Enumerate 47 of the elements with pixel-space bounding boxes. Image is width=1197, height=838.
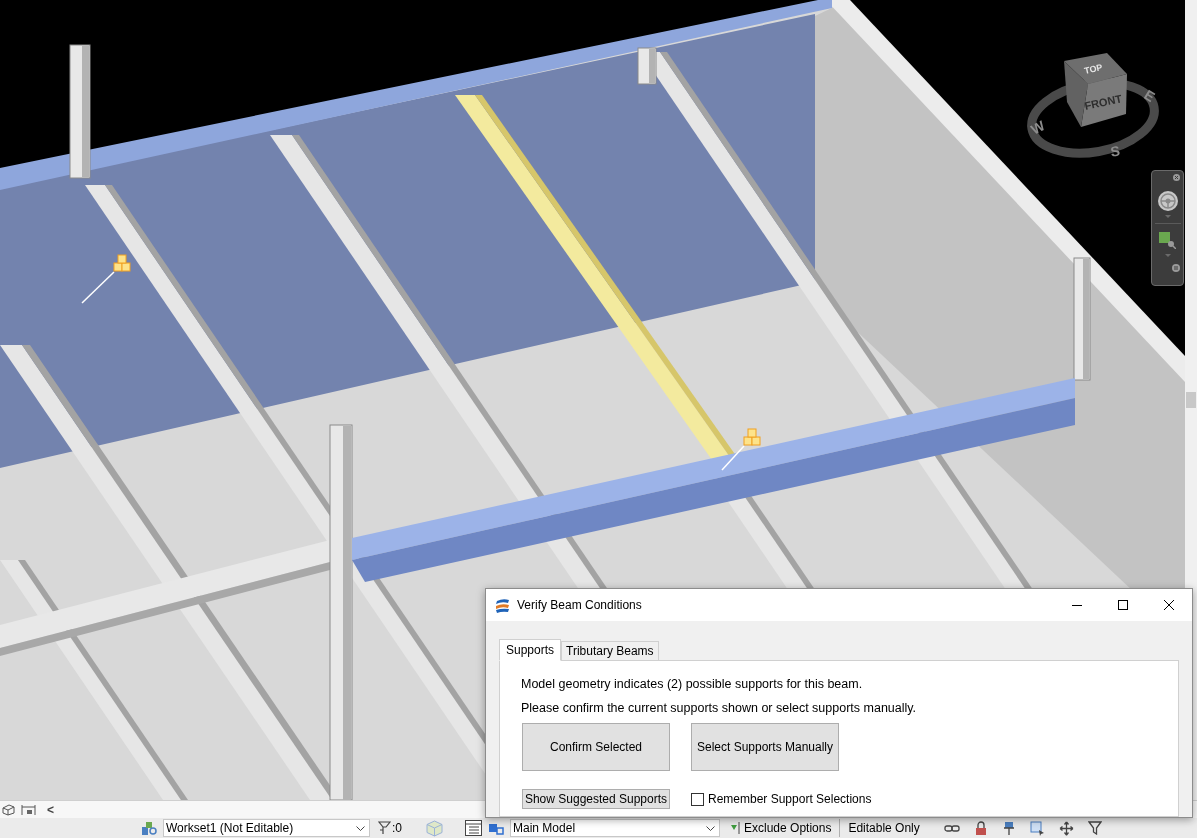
workset-dropdown[interactable]: Workset1 (Not Editable) — [163, 819, 370, 837]
leader-line — [81, 271, 115, 304]
steering-wheel-icon[interactable] — [1157, 191, 1178, 211]
tab[interactable]: Tributary Beams — [561, 641, 659, 660]
compass-label[interactable]: S — [1109, 142, 1122, 160]
chevron-down-icon — [356, 825, 365, 831]
cube-icon[interactable] — [2, 803, 15, 816]
workset-icon[interactable] — [141, 820, 157, 836]
table-icon[interactable] — [465, 820, 482, 836]
lock-icon[interactable] — [973, 820, 988, 836]
support-marker-icon — [113, 254, 131, 272]
cube-face-label[interactable]: TOP — [1083, 62, 1104, 76]
close-icon — [1164, 600, 1174, 610]
app-logo-icon — [495, 597, 510, 613]
filter-count: :0 — [392, 820, 402, 837]
view-cube[interactable] — [1064, 53, 1127, 127]
column — [637, 47, 657, 85]
crop-region-icon[interactable] — [21, 803, 36, 816]
confirm-selected-button[interactable]: Confirm Selected — [522, 723, 670, 771]
checkbox[interactable] — [691, 792, 704, 806]
move-arrows-icon[interactable] — [1058, 820, 1074, 836]
editable-filter-dropdown[interactable]: Editable Only — [846, 819, 924, 837]
compass-label[interactable]: W — [1028, 117, 1048, 138]
design-option-icon[interactable] — [730, 821, 740, 835]
funnel-icon[interactable] — [1087, 821, 1102, 835]
model-dropdown[interactable]: Main Model — [510, 819, 720, 837]
tab[interactable]: Supports — [499, 639, 562, 661]
maximize-icon — [1118, 600, 1128, 610]
scroll-left-arrow[interactable]: < — [47, 801, 54, 818]
checkbox-label[interactable]: Remember Support Selections — [708, 790, 872, 808]
support-marker-icon — [743, 428, 761, 446]
chevron-down-icon — [706, 825, 715, 831]
scrollbar-thumb[interactable] — [1186, 392, 1196, 408]
show-suggested-supports-button[interactable]: Show Suggested Supports — [522, 789, 670, 809]
filter-icon[interactable] — [378, 821, 391, 835]
zoom-icon[interactable] — [1159, 232, 1176, 249]
close-icon[interactable] — [1173, 174, 1180, 181]
select-cursor-icon[interactable] — [1029, 820, 1045, 836]
dialog-title: Verify Beam Conditions — [517, 597, 642, 614]
minimize-icon — [1072, 604, 1082, 606]
message-text: Model geometry indicates (2) possible supports for this beam. — [521, 676, 864, 692]
select-supports-button[interactable]: Select Supports Manually — [691, 723, 839, 771]
menu-icon[interactable] — [1172, 264, 1180, 272]
message-text: Please confirm the current supports shown or select supports manually. — [521, 700, 918, 716]
design-options-dropdown[interactable]: Exclude Options — [742, 819, 841, 837]
leader-line — [721, 445, 745, 471]
pin-icon[interactable] — [1001, 820, 1016, 836]
